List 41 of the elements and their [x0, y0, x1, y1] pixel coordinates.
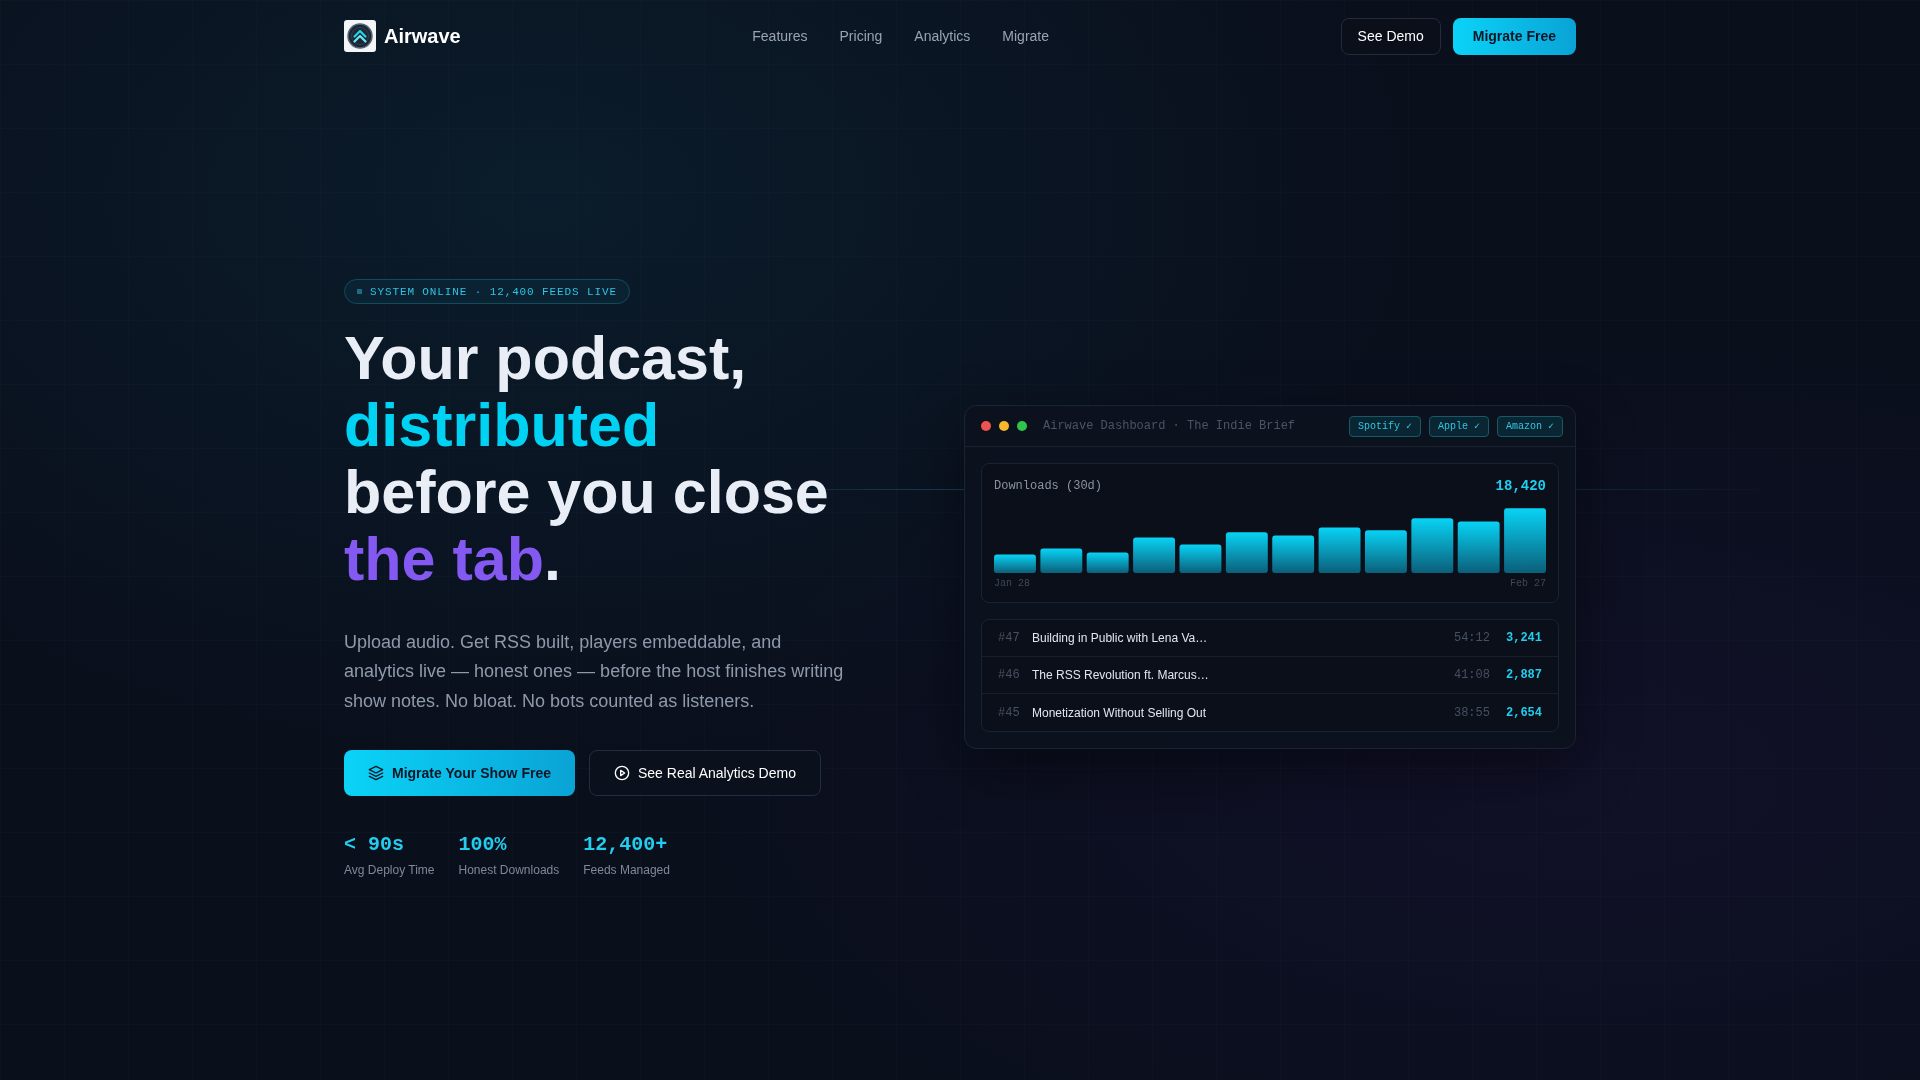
nav-link[interactable]: Pricing — [839, 26, 883, 46]
episode-title: Building in Public with Lena Va… — [1032, 630, 1209, 647]
episode-duration: 54:12 — [1453, 630, 1490, 647]
nav-link[interactable]: Features — [752, 26, 808, 46]
stat-value: 100% — [458, 831, 508, 858]
migrate-show-button[interactable]: Migrate Your Show Free — [344, 749, 575, 796]
episode-title: The RSS Revolution ft. Marcus… — [1032, 667, 1210, 684]
stat-label: Honest Downloads — [458, 861, 560, 878]
start-date: Jan 28 — [994, 576, 1030, 591]
end-date: Feb 27 — [1510, 576, 1546, 591]
nav-link[interactable]: Migrate — [1002, 26, 1050, 46]
stat-label: Feeds Managed — [583, 861, 670, 878]
episode-number: #47 — [998, 630, 1020, 647]
stat-label: Avg Deploy Time — [344, 861, 435, 878]
nav-link[interactable]: Analytics — [914, 26, 971, 46]
analytics-demo-button[interactable]: See Real Analytics Demo — [588, 749, 821, 796]
episode-downloads: 3,241 — [1506, 630, 1542, 647]
stat-value: < 90s — [344, 831, 405, 858]
demo-button[interactable]: See Demo — [1340, 17, 1441, 55]
episode-downloads: 2,654 — [1506, 704, 1542, 721]
episode-downloads: 2,887 — [1506, 667, 1542, 684]
episode-title: Monetization Without Selling Out — [1032, 704, 1208, 721]
dashboard-title: Airwave Dashboard · The Indie Brief — [1043, 418, 1296, 435]
platform-tag: Spotify ✓ — [1348, 415, 1421, 437]
migrate-button[interactable]: Migrate Free — [1452, 17, 1576, 55]
episode-number: #46 — [998, 667, 1020, 684]
downloads-total: 18,420 — [1495, 476, 1546, 496]
hero-headline: Your podcast, distributed before you close the tab. — [344, 325, 830, 593]
hero-description: Upload audio. Get RSS built, players embeddable, and analytics live — honest ones — before the host finishes writing show notes. No bloat. No bots counted as listeners. — [344, 631, 845, 713]
episode-duration: 38:55 — [1453, 704, 1490, 721]
layers-icon — [368, 764, 384, 781]
platform-tag: Apple ✓ — [1428, 415, 1489, 437]
episode-duration: 41:08 — [1453, 667, 1490, 684]
logo-icon[interactable] — [344, 20, 376, 52]
brand-name[interactable]: Airwave — [384, 22, 461, 50]
downloads-label: Downloads (30d) — [994, 478, 1103, 495]
status-text: SYSTEM ONLINE · 12,400 FEEDS LIVE — [370, 284, 617, 300]
platform-tag: Amazon ✓ — [1496, 415, 1563, 437]
stat-value: 12,400+ — [583, 831, 669, 858]
episode-number: #45 — [998, 704, 1020, 721]
play-circle-icon — [613, 764, 630, 781]
